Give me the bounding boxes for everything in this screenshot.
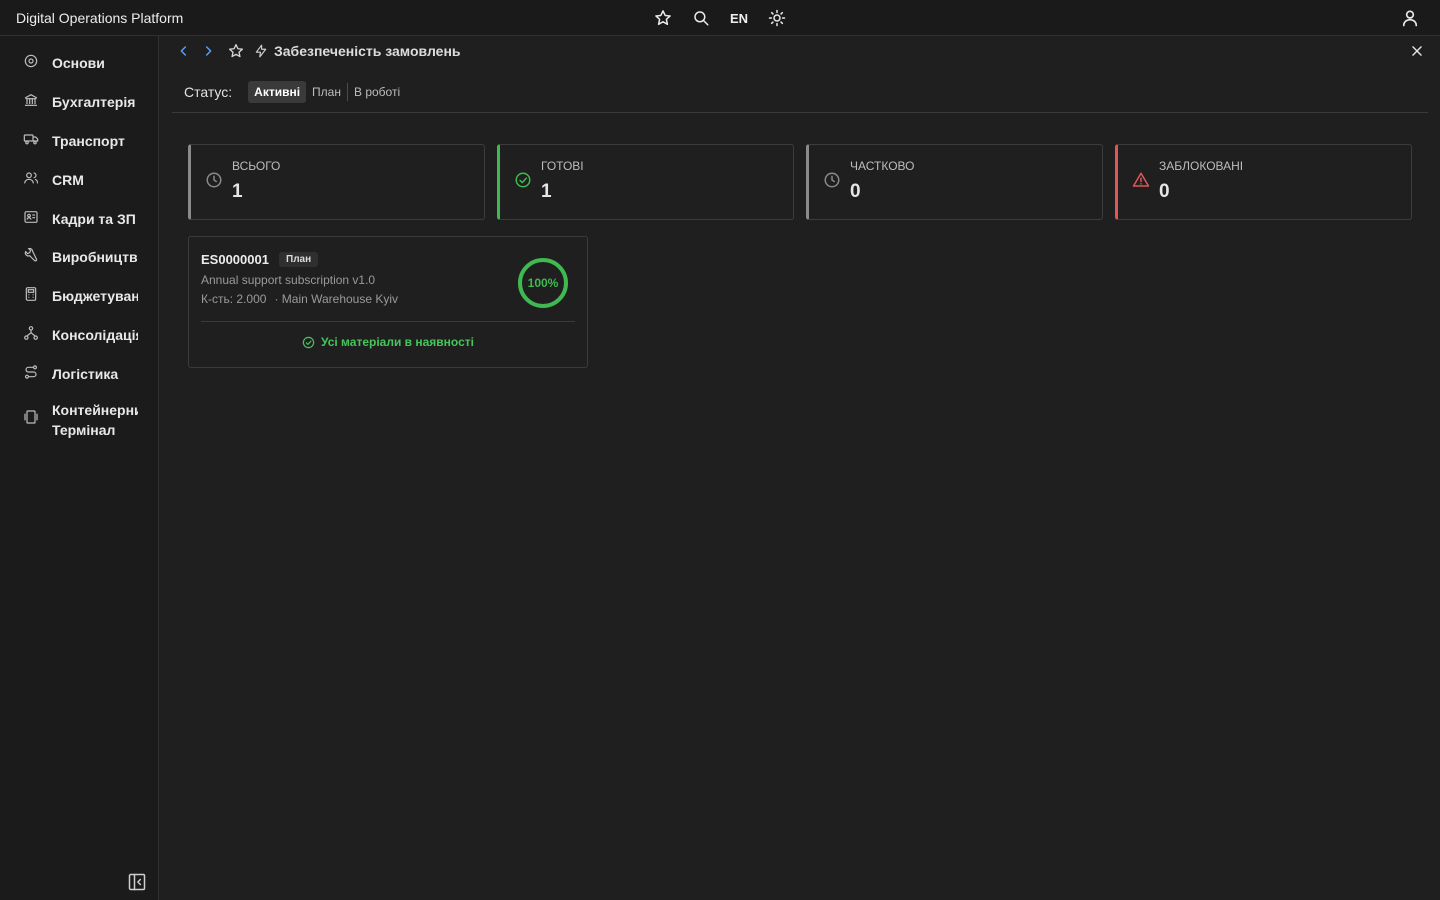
sidebar-item-label: Контейнерний Термінал [52, 402, 138, 438]
id-card-icon [23, 209, 39, 225]
main-content: Забезпеченість замовлень Статус: Активні… [160, 36, 1440, 900]
sidebar-item-osnovy[interactable]: Основи [0, 45, 158, 81]
back-chevron-icon[interactable] [176, 43, 192, 59]
sidebar-item-label: Логістика [52, 366, 119, 382]
divider [172, 112, 1428, 113]
bolt-icon [254, 43, 268, 59]
search-icon[interactable] [690, 8, 712, 28]
clock-icon [823, 171, 841, 189]
stat-value: 1 [232, 181, 243, 202]
stat-label: ЗАБЛОКОВАНІ [1159, 159, 1244, 173]
sidebar-item-label: Транспорт [52, 133, 125, 149]
top-toolbar: EN [652, 8, 804, 28]
status-option-active[interactable]: Активні [248, 81, 307, 103]
favorite-star-icon[interactable] [228, 43, 244, 59]
status-option-plan[interactable]: План [306, 81, 347, 103]
stat-card-ready: ГОТОВІ 1 [497, 144, 794, 220]
progress-label: 100% [528, 276, 559, 290]
sidebar-item-label: Бухгалтерія [52, 94, 136, 110]
sidebar-item-container-terminal[interactable]: Контейнерний Термінал [0, 398, 158, 442]
order-meta: К-сть: 2.000 · Main Warehouse Kyiv [201, 292, 406, 306]
order-warehouse: · Main Warehouse Kyiv [274, 292, 399, 306]
stat-value: 1 [541, 181, 552, 202]
sidebar-item-production[interactable]: Виробництво [0, 239, 158, 275]
order-card[interactable]: ES0000001 План Annual support subscripti… [188, 236, 588, 368]
order-description: Annual support subscription v1.0 [201, 273, 376, 287]
availability-status: Усі матеріали в наявності [189, 335, 587, 349]
container-icon [23, 409, 39, 425]
wrench-icon [23, 247, 39, 263]
warning-icon [1132, 171, 1150, 189]
forward-chevron-icon[interactable] [200, 43, 216, 59]
status-badge: План [279, 252, 319, 267]
order-quantity: К-сть: 2.000 [201, 292, 267, 306]
breadcrumb: Забезпеченість замовлень [176, 42, 461, 60]
sidebar-item-label: Основи [52, 55, 105, 71]
network-icon [23, 325, 39, 341]
bank-icon [23, 92, 39, 108]
status-filter: Статус: Активні План В роботі [184, 80, 406, 104]
sidebar-item-transport[interactable]: Транспорт [0, 123, 158, 159]
gear-icon [23, 53, 39, 69]
sidebar-item-budgeting[interactable]: Бюджетування [0, 278, 158, 314]
stat-card-total: ВСЬОГО 1 [188, 144, 485, 220]
stat-value: 0 [850, 181, 861, 202]
card-divider [201, 321, 575, 322]
app-title: Digital Operations Platform [16, 10, 184, 26]
stat-label: ВСЬОГО [232, 159, 281, 173]
check-circle-icon [514, 171, 532, 189]
sidebar-item-label: Виробництво [52, 249, 138, 265]
stat-value: 0 [1159, 181, 1170, 202]
stat-card-blocked: ЗАБЛОКОВАНІ 0 [1115, 144, 1412, 220]
sidebar-item-label: Консолідація [52, 327, 138, 343]
status-filter-label: Статус: [184, 84, 233, 100]
truck-icon [23, 131, 39, 147]
check-circle-icon [302, 336, 315, 349]
sidebar-item-logistics[interactable]: Логістика [0, 356, 158, 392]
top-bar: Digital Operations Platform EN [0, 0, 1440, 36]
order-code: ES0000001 [201, 252, 269, 267]
sidebar-item-label: CRM [52, 172, 84, 188]
close-icon[interactable] [1410, 44, 1424, 58]
sun-icon[interactable] [766, 8, 788, 28]
sidebar-item-label: Бюджетування [52, 288, 138, 304]
sidebar-item-hr-payroll[interactable]: Кадри та ЗП [0, 201, 158, 237]
status-option-in-progress[interactable]: В роботі [348, 81, 406, 103]
clock-icon [205, 171, 223, 189]
collapse-sidebar-icon[interactable] [127, 872, 147, 892]
stat-label: ЧАСТКОВО [850, 159, 915, 173]
progress-ring: 100% [517, 257, 569, 309]
favorites-star-icon[interactable] [652, 8, 674, 28]
sidebar: Основи Бухгалтерія Транспорт CRM Кадри т… [0, 36, 159, 900]
user-icon[interactable] [1400, 8, 1420, 28]
calculator-icon [23, 286, 39, 302]
sidebar-item-accounting[interactable]: Бухгалтерія [0, 84, 158, 120]
route-icon [23, 364, 39, 380]
language-switch[interactable]: EN [728, 8, 750, 28]
stat-label: ГОТОВІ [541, 159, 584, 173]
sidebar-item-consolidation[interactable]: Консолідація [0, 317, 158, 353]
users-icon [23, 170, 39, 186]
page-title: Забезпеченість замовлень [274, 43, 461, 59]
sidebar-item-crm[interactable]: CRM [0, 162, 158, 198]
sidebar-item-label: Кадри та ЗП [52, 211, 136, 227]
stat-card-partial: ЧАСТКОВО 0 [806, 144, 1103, 220]
availability-text: Усі матеріали в наявності [321, 335, 474, 349]
